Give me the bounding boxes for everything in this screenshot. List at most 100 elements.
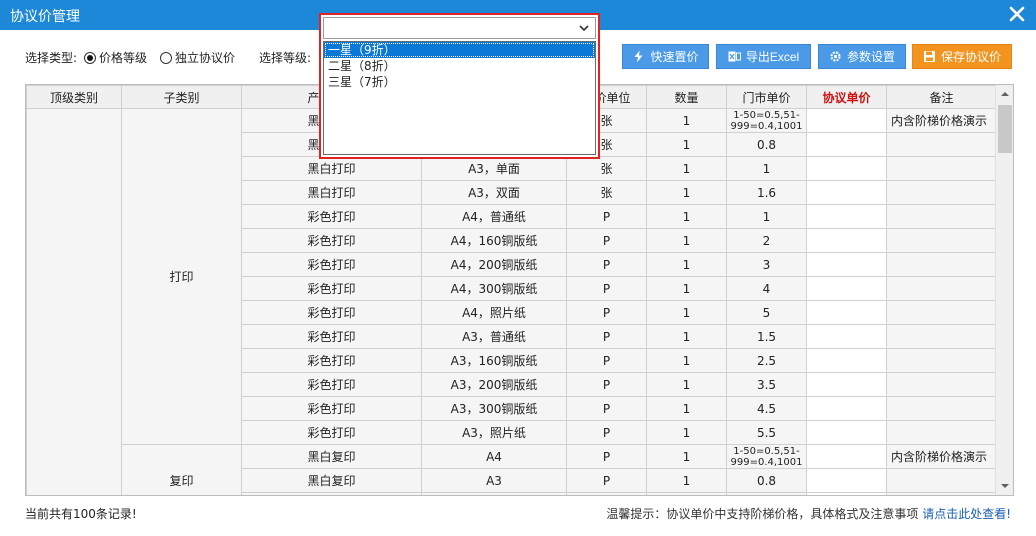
retail-price-cell [726, 492, 807, 495]
col-agreement-price[interactable]: 协议单价 [806, 85, 887, 109]
retail-price-cell: 5.5 [726, 420, 807, 445]
note-cell: 内含阶梯价格演示 [886, 444, 997, 469]
spec-cell: A3，300铜版纸 [421, 396, 567, 421]
save-price-button[interactable]: 保存协议价 [912, 44, 1012, 69]
qty-cell [646, 492, 727, 495]
agreement-price-input[interactable] [806, 180, 887, 205]
qty-cell: 1 [646, 468, 727, 493]
level-select[interactable] [323, 17, 596, 39]
unit-cell: P [566, 468, 647, 493]
note-cell [886, 300, 997, 325]
agreement-price-input[interactable] [806, 492, 887, 495]
agreement-price-input[interactable] [806, 204, 887, 229]
level-option-1[interactable]: 一星（9折） [324, 42, 595, 58]
tip-link[interactable]: 请点击此处查看! [922, 507, 1011, 521]
agreement-price-input[interactable] [806, 396, 887, 421]
export-excel-label: 导出Excel [745, 50, 800, 64]
col-retail-price[interactable]: 门市单价 [726, 85, 807, 109]
product-name-cell: 黑白复印 [241, 444, 422, 469]
spec-cell: A3，普通纸 [421, 324, 567, 349]
qty-cell: 1 [646, 132, 727, 157]
agreement-price-input[interactable] [806, 300, 887, 325]
note-cell [886, 396, 997, 421]
note-cell [886, 228, 997, 253]
level-option-2[interactable]: 二星（8折） [324, 58, 595, 74]
retail-price-cell: 3 [726, 252, 807, 277]
unit-cell: P [566, 228, 647, 253]
agreement-price-input[interactable] [806, 324, 887, 349]
qty-cell: 1 [646, 276, 727, 301]
unit-cell: P [566, 396, 647, 421]
retail-price-cell: 1-50=0.5,51-999=0.4,1001 [726, 444, 807, 469]
radio-independent[interactable]: 独立协议价 [160, 49, 235, 66]
radio-independent-label: 独立协议价 [175, 51, 236, 65]
type-label: 选择类型: [25, 51, 78, 65]
retail-price-cell: 1.5 [726, 324, 807, 349]
col-note[interactable]: 备注 [886, 85, 997, 109]
qty-cell: 1 [646, 396, 727, 421]
qty-cell: 1 [646, 300, 727, 325]
radio-price-level[interactable]: 价格等级 [84, 49, 147, 66]
scroll-thumb[interactable] [998, 105, 1012, 153]
note-cell [886, 372, 997, 397]
agreement-price-input[interactable] [806, 372, 887, 397]
product-name-cell: 黑白打印 [241, 156, 422, 181]
note-cell [886, 180, 997, 205]
save-price-label: 保存协议价 [940, 50, 1001, 64]
qty-cell: 1 [646, 420, 727, 445]
save-icon [923, 51, 935, 62]
product-name-cell: 彩色打印 [241, 204, 422, 229]
export-excel-button[interactable]: 导出Excel [716, 44, 811, 69]
product-name-cell: 彩色打印 [241, 276, 422, 301]
spec-cell [421, 492, 567, 495]
col-top-category[interactable]: 顶级类别 [26, 85, 122, 109]
retail-price-cell: 3.5 [726, 372, 807, 397]
col-qty[interactable]: 数量 [646, 85, 727, 109]
retail-price-cell: 4 [726, 276, 807, 301]
agreement-price-input[interactable] [806, 156, 887, 181]
level-option-3[interactable]: 三星（7折） [324, 74, 595, 90]
agreement-price-input[interactable] [806, 444, 887, 469]
spec-cell: A4，160铜版纸 [421, 228, 567, 253]
retail-price-cell: 5 [726, 300, 807, 325]
product-name-cell: 彩色打印 [241, 252, 422, 277]
note-cell [886, 276, 997, 301]
agreement-price-input[interactable] [806, 228, 887, 253]
agreement-price-input[interactable] [806, 468, 887, 493]
agreement-price-input[interactable] [806, 252, 887, 277]
note-cell [886, 420, 997, 445]
agreement-price-input[interactable] [806, 348, 887, 373]
radio-checked-icon[interactable] [84, 51, 96, 64]
vertical-scrollbar[interactable] [995, 85, 1013, 495]
lightning-icon [634, 50, 643, 63]
gear-icon [830, 51, 841, 62]
qty-cell: 1 [646, 348, 727, 373]
settings-button[interactable]: 参数设置 [818, 44, 906, 69]
qty-cell: 1 [646, 372, 727, 397]
agreement-price-input[interactable] [806, 420, 887, 445]
scroll-down-icon[interactable] [999, 480, 1011, 492]
agreement-price-input[interactable] [806, 132, 887, 157]
unit-cell: P [566, 300, 647, 325]
radio-unchecked-icon[interactable] [160, 51, 172, 64]
note-cell [886, 132, 997, 157]
table-row[interactable]: 复印 黑白复印 A4 P 1 1-50=0.5,51-999=0.4,1001 内含阶梯价格… [27, 444, 997, 495]
col-subcategory[interactable]: 子类别 [121, 85, 242, 109]
retail-price-cell: 2.5 [726, 348, 807, 373]
qty-cell: 1 [646, 444, 727, 469]
spec-cell: A3，单面 [421, 156, 567, 181]
scroll-up-icon[interactable] [999, 88, 1011, 100]
spec-cell: A4，照片纸 [421, 300, 567, 325]
qty-cell: 1 [646, 324, 727, 349]
product-name-cell: 彩色打印 [241, 228, 422, 253]
quick-price-button[interactable]: 快速置价 [622, 44, 709, 69]
agreement-price-input[interactable] [806, 276, 887, 301]
close-icon[interactable] [1006, 3, 1028, 25]
note-cell [886, 324, 997, 349]
chevron-down-icon[interactable] [577, 21, 591, 35]
spec-cell: A4，200铜版纸 [421, 252, 567, 277]
level-label: 选择等级: [259, 51, 312, 65]
agreement-price-input[interactable] [806, 108, 887, 133]
note-cell [886, 468, 997, 493]
spec-cell: A4，300铜版纸 [421, 276, 567, 301]
